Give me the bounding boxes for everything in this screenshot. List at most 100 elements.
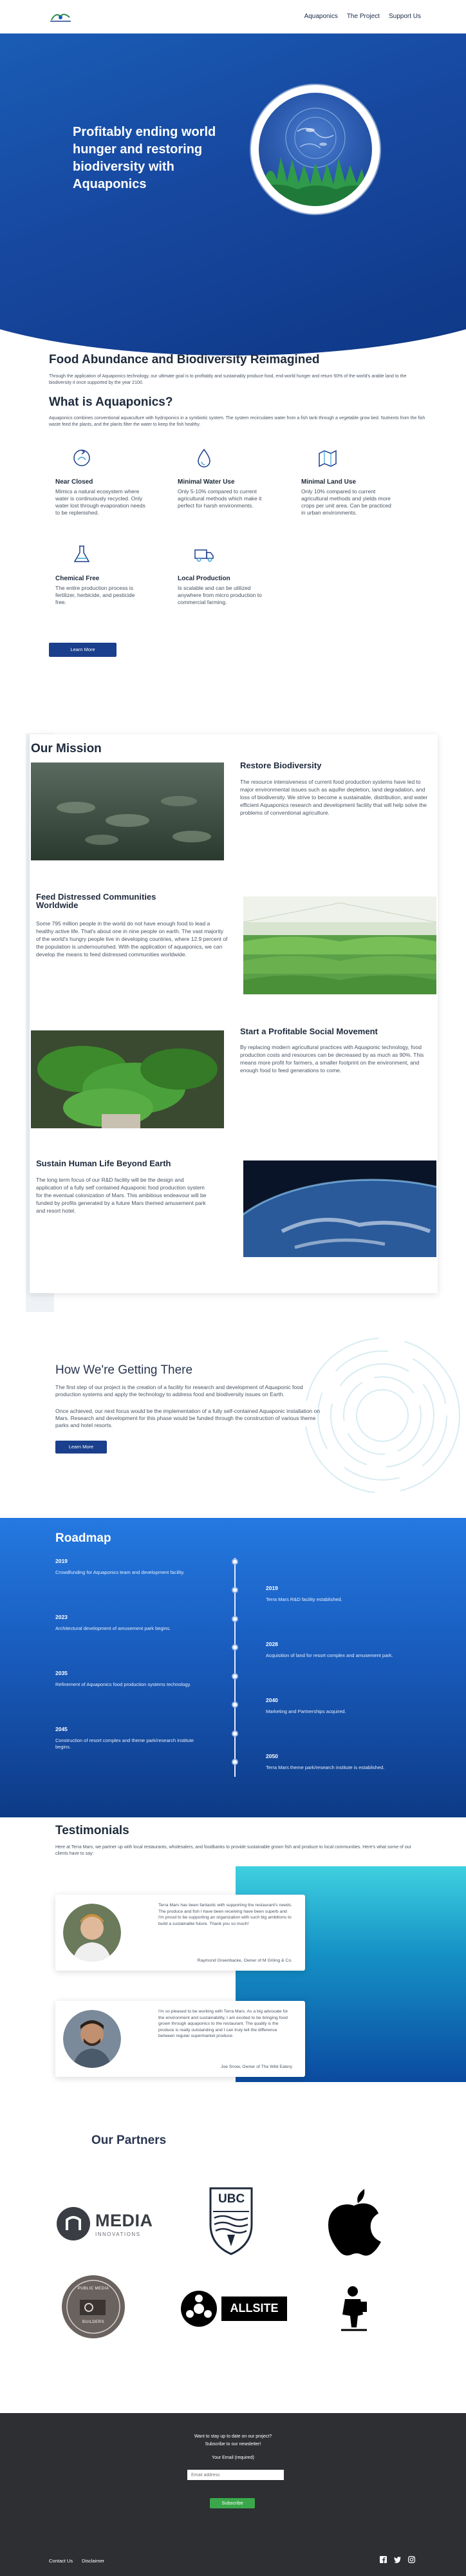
ubc-logo-text: UBC (218, 2192, 245, 2206)
top-nav: Aquaponics The Project Support Us (0, 0, 466, 33)
mission-text-beyond-earth: The long term focus of our R&D facility … (36, 1177, 207, 1214)
public-media-builders-icon (62, 2275, 125, 2338)
terra-mars-logo-icon[interactable] (49, 10, 72, 25)
how-paragraph-2: Once achieved, our next focus would be t… (55, 1408, 321, 1428)
subscribe-button[interactable]: Subscribe (210, 2498, 255, 2508)
timeline-dot (232, 1644, 238, 1651)
timeline-dot (232, 1558, 238, 1565)
water-drop-icon (198, 448, 210, 468)
roadmap-milestone: Construction of resort complex and theme… (55, 1738, 194, 1750)
testimonials-intro: Here at Terra Mars, we partner up with l… (55, 1845, 411, 1856)
nav-link-the-project[interactable]: The Project (347, 13, 380, 20)
roadmap-milestone: Refinement of Aquaponics food production… (55, 1681, 191, 1687)
mission-heading: Our Mission (31, 742, 102, 755)
builders-logo-text: BUILDERS (82, 2320, 104, 2324)
mission-title-feed-communities: Feed Distressed Communities Worldwide (36, 892, 156, 910)
twitter-icon[interactable] (394, 2556, 401, 2563)
feature-chemical-free: Chemical Free The entire production proc… (55, 544, 145, 606)
land-map-icon (319, 450, 337, 468)
partner-ubc-logo[interactable]: UBC (207, 2186, 256, 2257)
feature-title: Minimal Land Use (301, 478, 357, 486)
testimonial-card: I'm so pleased to be working with Terra … (55, 2001, 305, 2077)
avatar (63, 2010, 121, 2068)
timeline-dot (232, 1587, 238, 1593)
contact-us-link[interactable]: Contact Us (49, 2558, 73, 2564)
mission-text-restore-biodiversity: The resource intensiveness of current fo… (240, 779, 428, 816)
earth-from-space-image (243, 1160, 436, 1257)
mission-text-social-movement: By replacing modern agricultural practic… (240, 1044, 424, 1074)
footer-links: Contact Us Disclaimer (49, 2558, 104, 2564)
partner-public-media-builders-logo[interactable]: PUBLIC MEDIA BUILDERS (61, 2274, 126, 2340)
how-learn-more-button[interactable]: Learn More (55, 1441, 107, 1454)
roadmap-milestone: Marketing and Partnerships acquired. (266, 1709, 346, 1714)
nav-links: Aquaponics The Project Support Us (304, 13, 421, 20)
food-abundance-text: Through the application of Aquaponics te… (49, 374, 407, 385)
feature-title: Local Production (178, 575, 230, 582)
partners-heading: Our Partners (91, 2134, 167, 2147)
leafy-greens-image (31, 1030, 224, 1128)
what-is-aquaponics-text: Aquaponics combines conventional aquacul… (49, 416, 425, 427)
testimonial-text: I'm so pleased to be working with Terra … (158, 2009, 288, 2038)
feature-title: Minimal Water Use (178, 478, 235, 486)
instagram-icon[interactable] (408, 2556, 415, 2563)
allsite-icon (181, 2291, 217, 2327)
roadmap-milestone: Crowdfunding for Aquaponics team and dev… (55, 1569, 185, 1575)
testimonial-author: Raymond Greenbacke, Owner of M Griling &… (197, 1958, 292, 1963)
greenhouse-image (243, 896, 436, 994)
local-truck-icon (194, 549, 214, 562)
nav-link-support-us[interactable]: Support Us (389, 13, 421, 20)
roadmap-year: 2028 (266, 1641, 278, 1647)
what-is-aquaponics-heading: What is Aquaponics? (49, 395, 173, 409)
feature-text: Only 10% compared to current agricultura… (301, 488, 391, 516)
email-field-label: Your Email (required) (212, 2456, 254, 2460)
hero-background (0, 33, 466, 355)
fish-tank-image (31, 762, 224, 860)
learn-more-button[interactable]: Learn More (49, 643, 116, 657)
feature-title: Near Closed (55, 478, 93, 486)
testimonial-text: Terra Mars has been fantastic with suppo… (158, 1903, 292, 1926)
partner-astronaut-logo-icon[interactable] (328, 2282, 380, 2334)
feature-text: Is scalable and can be utilized anywhere… (178, 585, 262, 605)
innovations-logo-text: INNOVATIONS (95, 2231, 141, 2237)
feature-near-closed: Near Closed Mimics a natural ecosystem w… (55, 447, 145, 516)
feature-local-production: Local Production Is scalable and can be … (178, 544, 268, 606)
roadmap-year: 2050 (266, 1753, 278, 1759)
timeline-dot (232, 1701, 238, 1708)
roadmap-milestone: Terra Mars theme park/research institute… (266, 1765, 385, 1770)
allsite-logo-text: ALLSITE (230, 2302, 279, 2315)
flask-icon (73, 545, 90, 562)
hero-section: Profitably ending world hunger and resto… (0, 33, 466, 355)
partner-allsite-logo[interactable]: ALLSITE (180, 2287, 287, 2330)
public-media-logo-text: PUBLIC MEDIA (77, 2287, 109, 2291)
partner-apple-logo-icon[interactable] (323, 2185, 385, 2257)
roadmap-year: 2019 (266, 1585, 278, 1591)
roadmap-heading: Roadmap (55, 1531, 111, 1545)
mission-text-feed-communities: Some 795 million people in the world do … (36, 920, 228, 958)
roadmap-year: 2023 (55, 1614, 68, 1620)
media-logo-text: MEDIA (95, 2211, 153, 2230)
feature-text: Only 5-10% compared to current agricultu… (178, 488, 262, 509)
hero-illustration-icon (259, 108, 372, 206)
roadmap-milestone: Architectural development of amusement p… (55, 1625, 171, 1631)
timeline-dot (232, 1616, 238, 1622)
timeline-dot (232, 1730, 238, 1737)
email-field[interactable] (187, 2470, 284, 2480)
feature-minimal-land-use: Minimal Land Use Only 10% compared to cu… (301, 447, 391, 516)
feature-text: Mimics a natural ecosystem where water i… (55, 488, 145, 516)
timeline-dot (232, 1673, 238, 1680)
testimonials-heading: Testimonials (55, 1824, 129, 1837)
feature-title: Chemical Free (55, 575, 100, 582)
nav-link-aquaponics[interactable]: Aquaponics (304, 13, 338, 20)
testimonial-card: Terra Mars has been fantastic with suppo… (55, 1895, 305, 1971)
timeline-dot (232, 1759, 238, 1765)
newsletter-subscribe-prompt: Subscribe to our newsletter! (205, 2442, 261, 2447)
feature-text: The entire production process is fertili… (55, 585, 135, 605)
roadmap-milestone: Acquisition of land for resort complex a… (266, 1653, 393, 1658)
hero-aquaponics-image (259, 93, 372, 206)
hero-title: Profitably ending world hunger and resto… (73, 125, 216, 191)
roadmap-year: 2045 (55, 1726, 68, 1732)
facebook-icon[interactable] (380, 2556, 387, 2563)
roadmap-year: 2019 (55, 1558, 68, 1564)
disclaimer-link[interactable]: Disclaimer (82, 2558, 104, 2564)
partner-media-innovations-logo[interactable]: MEDIA INNOVATIONS (55, 2204, 171, 2243)
